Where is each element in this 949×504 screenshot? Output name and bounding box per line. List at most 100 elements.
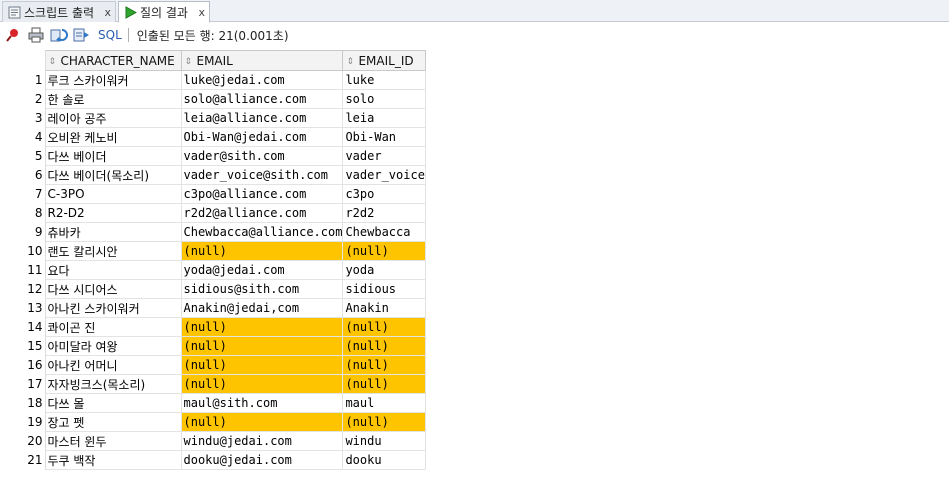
character-name-cell[interactable]: 자자빙크스(목소리) xyxy=(44,374,182,394)
character-name-cell[interactable]: C-3PO xyxy=(44,184,182,204)
email-id-cell[interactable]: yoda xyxy=(342,260,427,280)
character-name-cell[interactable]: 츄바카 xyxy=(44,222,182,242)
table-row[interactable]: 19 장고 펫 (null) (null) xyxy=(0,412,427,432)
email-cell[interactable]: (null) xyxy=(180,374,344,394)
email-cell[interactable]: c3po@alliance.com xyxy=(180,184,344,204)
table-row[interactable]: 15 아미달라 여왕 (null) (null) xyxy=(0,336,427,356)
email-id-cell[interactable]: (null) xyxy=(342,317,427,337)
email-id-cell[interactable]: sidious xyxy=(342,279,427,299)
email-cell[interactable]: leia@alliance.com xyxy=(180,108,344,128)
email-id-cell[interactable]: Anakin xyxy=(342,298,427,318)
email-id-cell[interactable]: (null) xyxy=(342,336,427,356)
email-cell[interactable]: (null) xyxy=(180,241,344,261)
column-header-character-name[interactable]: ⇕ CHARACTER_NAME xyxy=(44,50,182,71)
email-cell[interactable]: (null) xyxy=(180,317,344,337)
print-icon[interactable] xyxy=(27,26,45,44)
email-id-cell[interactable]: Chewbacca xyxy=(342,222,427,242)
email-cell[interactable]: vader_voice@sith.com xyxy=(180,165,344,185)
table-row[interactable]: 20 마스터 윈두 windu@jedai.com windu xyxy=(0,431,427,451)
tab-script-output[interactable]: 스크립트 출력 x xyxy=(2,1,116,22)
character-name-cell[interactable]: 아미달라 여왕 xyxy=(44,336,182,356)
email-id-cell[interactable]: (null) xyxy=(342,412,427,432)
email-id-cell[interactable]: vader_voice xyxy=(342,165,427,185)
refresh-icon[interactable] xyxy=(50,26,68,44)
close-icon[interactable]: x xyxy=(194,6,205,19)
table-row[interactable]: 5 다쓰 베이더 vader@sith.com vader xyxy=(0,146,427,166)
character-name-cell[interactable]: 레이아 공주 xyxy=(44,108,182,128)
character-name-cell[interactable]: 아나킨 어머니 xyxy=(44,355,182,375)
character-name-cell[interactable]: 다쓰 몰 xyxy=(44,393,182,413)
email-id-cell[interactable]: maul xyxy=(342,393,427,413)
table-row[interactable]: 21 두쿠 백작 dooku@jedai.com dooku xyxy=(0,450,427,470)
email-id-cell[interactable]: c3po xyxy=(342,184,427,204)
character-name-cell[interactable]: R2-D2 xyxy=(44,203,182,223)
character-name-cell[interactable]: 오비완 케노비 xyxy=(44,127,182,147)
email-cell[interactable]: maul@sith.com xyxy=(180,393,344,413)
tab-query-result[interactable]: 질의 결과 x xyxy=(118,1,210,23)
table-row[interactable]: 14 콰이곤 진 (null) (null) xyxy=(0,317,427,337)
character-name-cell[interactable]: 다쓰 베이더 xyxy=(44,146,182,166)
email-cell[interactable]: Obi-Wan@jedai.com xyxy=(180,127,344,147)
email-cell[interactable]: sidious@sith.com xyxy=(180,279,344,299)
row-number-cell: 5 xyxy=(0,146,46,166)
character-name-cell[interactable]: 다쓰 시디어스 xyxy=(44,279,182,299)
email-cell[interactable]: solo@alliance.com xyxy=(180,89,344,109)
email-cell[interactable]: r2d2@alliance.com xyxy=(180,203,344,223)
character-name-cell[interactable]: 요다 xyxy=(44,260,182,280)
email-id-cell[interactable]: (null) xyxy=(342,355,427,375)
email-id-cell[interactable]: solo xyxy=(342,89,427,109)
table-row[interactable]: 2한 솔로 solo@alliance.com solo xyxy=(0,89,427,109)
character-name-cell[interactable]: 장고 펫 xyxy=(44,412,182,432)
result-grid: ⇕ CHARACTER_NAME ⇕ EMAIL ⇕ EMAIL_ID 1 루크 스카이… xyxy=(0,50,427,470)
table-row[interactable]: 3 레이아 공주 leia@alliance.com leia xyxy=(0,108,427,128)
email-id-cell[interactable]: windu xyxy=(342,431,427,451)
character-name-cell[interactable]: 마스터 윈두 xyxy=(44,431,182,451)
email-cell[interactable]: Anakin@jedai,com xyxy=(180,298,344,318)
table-row[interactable]: 6 다쓰 베이더(목소리) vader_voice@sith.com vader_vo… xyxy=(0,165,427,185)
character-name-cell[interactable]: 루크 스카이워커 xyxy=(44,70,182,90)
email-cell[interactable]: (null) xyxy=(180,355,344,375)
table-row[interactable]: 10 랜도 칼리시안 (null) (null) xyxy=(0,241,427,261)
email-id-cell[interactable]: (null) xyxy=(342,241,427,261)
email-cell[interactable]: yoda@jedai.com xyxy=(180,260,344,280)
table-row[interactable]: 4 오비완 케노비 Obi-Wan@jedai.com Obi-Wan xyxy=(0,127,427,147)
character-name-cell[interactable]: 콰이곤 진 xyxy=(44,317,182,337)
email-cell[interactable]: Chewbacca@alliance.com xyxy=(180,222,344,242)
table-row[interactable]: 1 루크 스카이워커 luke@jedai.com luke xyxy=(0,70,427,90)
close-icon[interactable]: x xyxy=(100,6,111,19)
table-row[interactable]: 8 R2-D2 r2d2@alliance.com r2d2 xyxy=(0,203,427,223)
email-cell[interactable]: vader@sith.com xyxy=(180,146,344,166)
row-number-cell: 16 xyxy=(0,355,46,375)
table-row[interactable]: 17 자자빙크스(목소리) (null) (null) xyxy=(0,374,427,394)
column-header-email-id[interactable]: ⇕ EMAIL_ID xyxy=(342,50,427,71)
email-id-cell[interactable]: r2d2 xyxy=(342,203,427,223)
email-cell[interactable]: (null) xyxy=(180,412,344,432)
character-name-cell[interactable]: 한 솔로 xyxy=(44,89,182,109)
table-row[interactable]: 7 C-3PO c3po@alliance.com c3po xyxy=(0,184,427,204)
email-id-cell[interactable]: vader xyxy=(342,146,427,166)
sql-button[interactable]: SQL xyxy=(98,28,122,42)
character-name-cell[interactable]: 두쿠 백작 xyxy=(44,450,182,470)
toolbar-separator xyxy=(127,28,129,42)
email-cell[interactable]: dooku@jedai.com xyxy=(180,450,344,470)
character-name-cell[interactable]: 다쓰 베이더(목소리) xyxy=(44,165,182,185)
email-cell[interactable]: windu@jedai.com xyxy=(180,431,344,451)
email-id-cell[interactable]: luke xyxy=(342,70,427,90)
email-id-cell[interactable]: Obi-Wan xyxy=(342,127,427,147)
column-header-email[interactable]: ⇕ EMAIL xyxy=(180,50,344,71)
character-name-cell[interactable]: 아나킨 스카이워커 xyxy=(44,298,182,318)
email-cell[interactable]: (null) xyxy=(180,336,344,356)
email-id-cell[interactable]: leia xyxy=(342,108,427,128)
export-icon[interactable] xyxy=(73,26,91,44)
email-id-cell[interactable]: (null) xyxy=(342,374,427,394)
email-cell[interactable]: luke@jedai.com xyxy=(180,70,344,90)
table-row[interactable]: 13 아나킨 스카이워커 Anakin@jedai,com Anakin xyxy=(0,298,427,318)
table-row[interactable]: 9 츄바카 Chewbacca@alliance.com Chewbacca xyxy=(0,222,427,242)
character-name-cell[interactable]: 랜도 칼리시안 xyxy=(44,241,182,261)
table-row[interactable]: 18 다쓰 몰 maul@sith.com maul xyxy=(0,393,427,413)
pin-icon[interactable] xyxy=(4,26,22,44)
email-id-cell[interactable]: dooku xyxy=(342,450,427,470)
table-row[interactable]: 16 아나킨 어머니 (null) (null) xyxy=(0,355,427,375)
table-row[interactable]: 12 다쓰 시디어스 sidious@sith.com sidious xyxy=(0,279,427,299)
table-row[interactable]: 11 요다 yoda@jedai.com yoda xyxy=(0,260,427,280)
